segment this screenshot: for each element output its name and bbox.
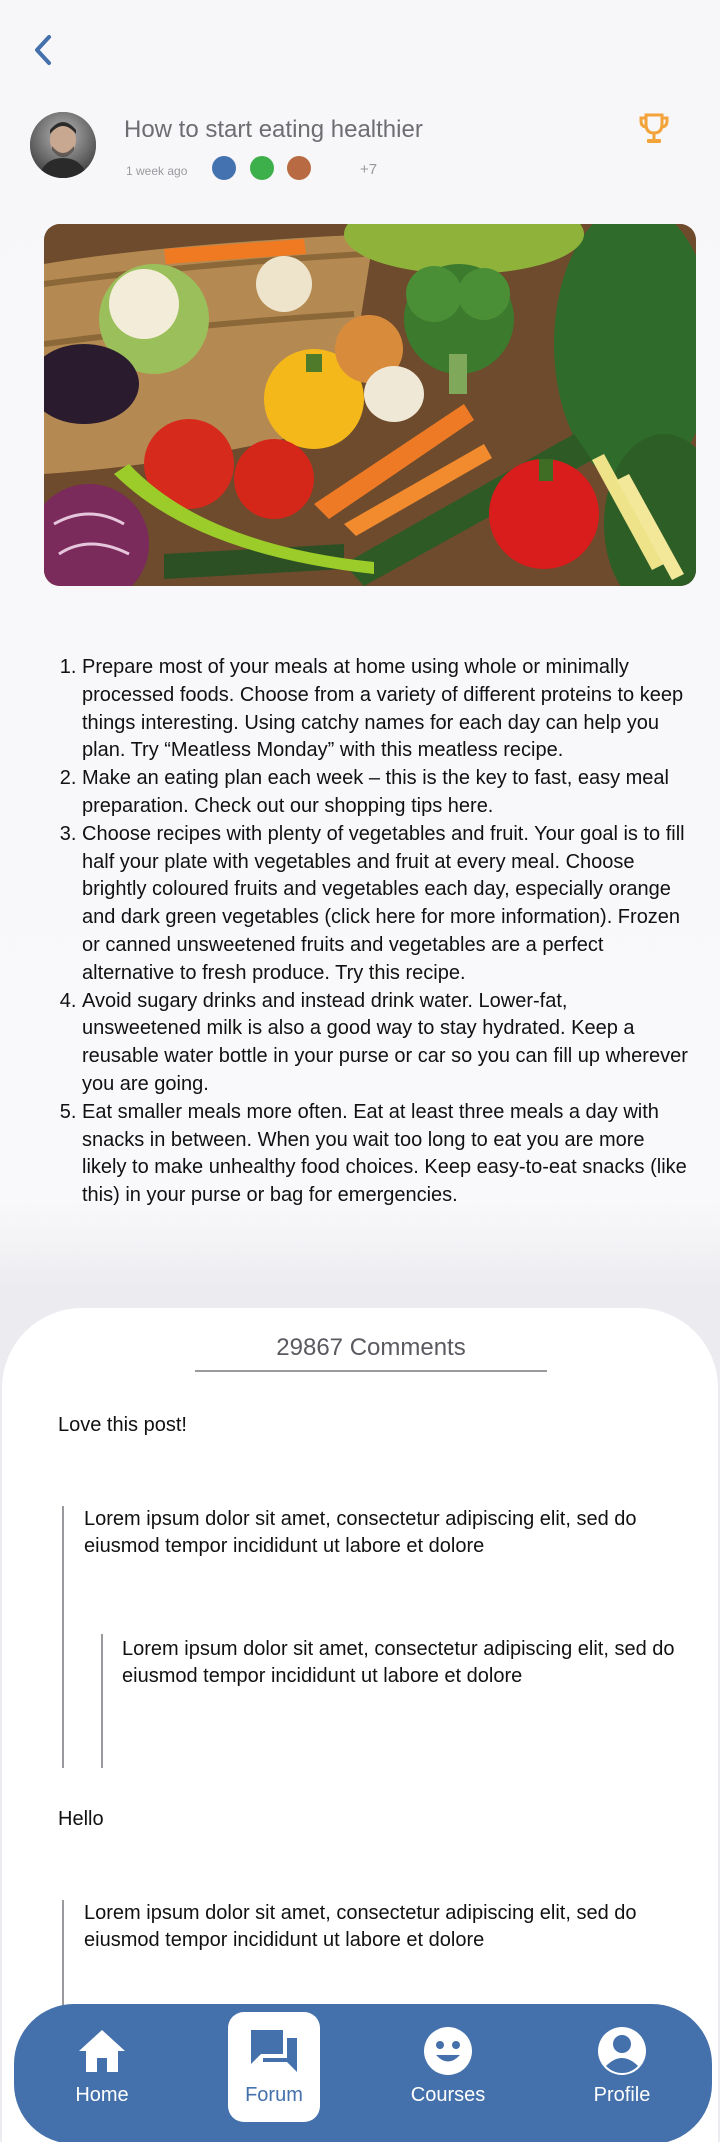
tip-item: Avoid sugary drinks and instead drink wa…	[82, 988, 688, 1099]
home-icon	[79, 2030, 125, 2072]
post-title: How to start eating healthier	[124, 116, 423, 143]
back-button[interactable]	[28, 30, 58, 70]
nested-reply-text[interactable]: Lorem ipsum dolor sit amet, consectetur …	[122, 1636, 682, 1690]
nav-label: Profile	[593, 2084, 651, 2106]
nav-label: Courses	[410, 2084, 486, 2106]
post-time: 1 week ago	[126, 164, 188, 178]
tip-item: Make an eating plan each week – this is …	[82, 765, 688, 821]
nav-label: Home	[75, 2084, 129, 2106]
profile-icon	[598, 2027, 646, 2075]
author-avatar[interactable]	[30, 112, 96, 178]
trophy-icon	[639, 113, 669, 143]
vegetables-photo	[44, 224, 696, 586]
more-participants-count[interactable]: +7	[360, 161, 377, 178]
participant-avatar-2[interactable]	[250, 156, 274, 180]
tips-list: Prepare most of your meals at home using…	[58, 654, 688, 1210]
comments-count-title: 29867 Comments	[195, 1334, 547, 1372]
smiley-icon	[424, 2027, 472, 2075]
comment-text[interactable]: Love this post!	[58, 1412, 187, 1439]
nav-forum[interactable]: Forum	[228, 2012, 320, 2122]
trophy-button[interactable]	[638, 112, 670, 146]
participant-avatar-3[interactable]	[287, 156, 311, 180]
nav-home[interactable]: Home	[56, 2012, 148, 2122]
reply-text[interactable]: Lorem ipsum dolor sit amet, consectetur …	[84, 1900, 704, 1954]
nav-profile[interactable]: Profile	[576, 2012, 668, 2122]
nested-reply-thread-line	[101, 1634, 103, 1768]
comment-text[interactable]: Hello	[58, 1806, 104, 1833]
participant-avatar-1[interactable]	[212, 156, 236, 180]
reply-text[interactable]: Lorem ipsum dolor sit amet, consectetur …	[84, 1506, 704, 1560]
tip-item: Choose recipes with plenty of vegetables…	[82, 821, 688, 988]
tip-item: Prepare most of your meals at home using…	[82, 654, 688, 765]
nav-courses[interactable]: Courses	[402, 2012, 494, 2122]
tip-item: Eat smaller meals more often. Eat at lea…	[82, 1099, 688, 1210]
avatar-photo	[30, 112, 96, 178]
forum-icon	[251, 2030, 297, 2072]
post-image	[44, 224, 696, 586]
chevron-left-icon	[35, 35, 51, 65]
reply-thread-line	[62, 1506, 64, 1768]
nav-label: Forum	[245, 2084, 303, 2106]
